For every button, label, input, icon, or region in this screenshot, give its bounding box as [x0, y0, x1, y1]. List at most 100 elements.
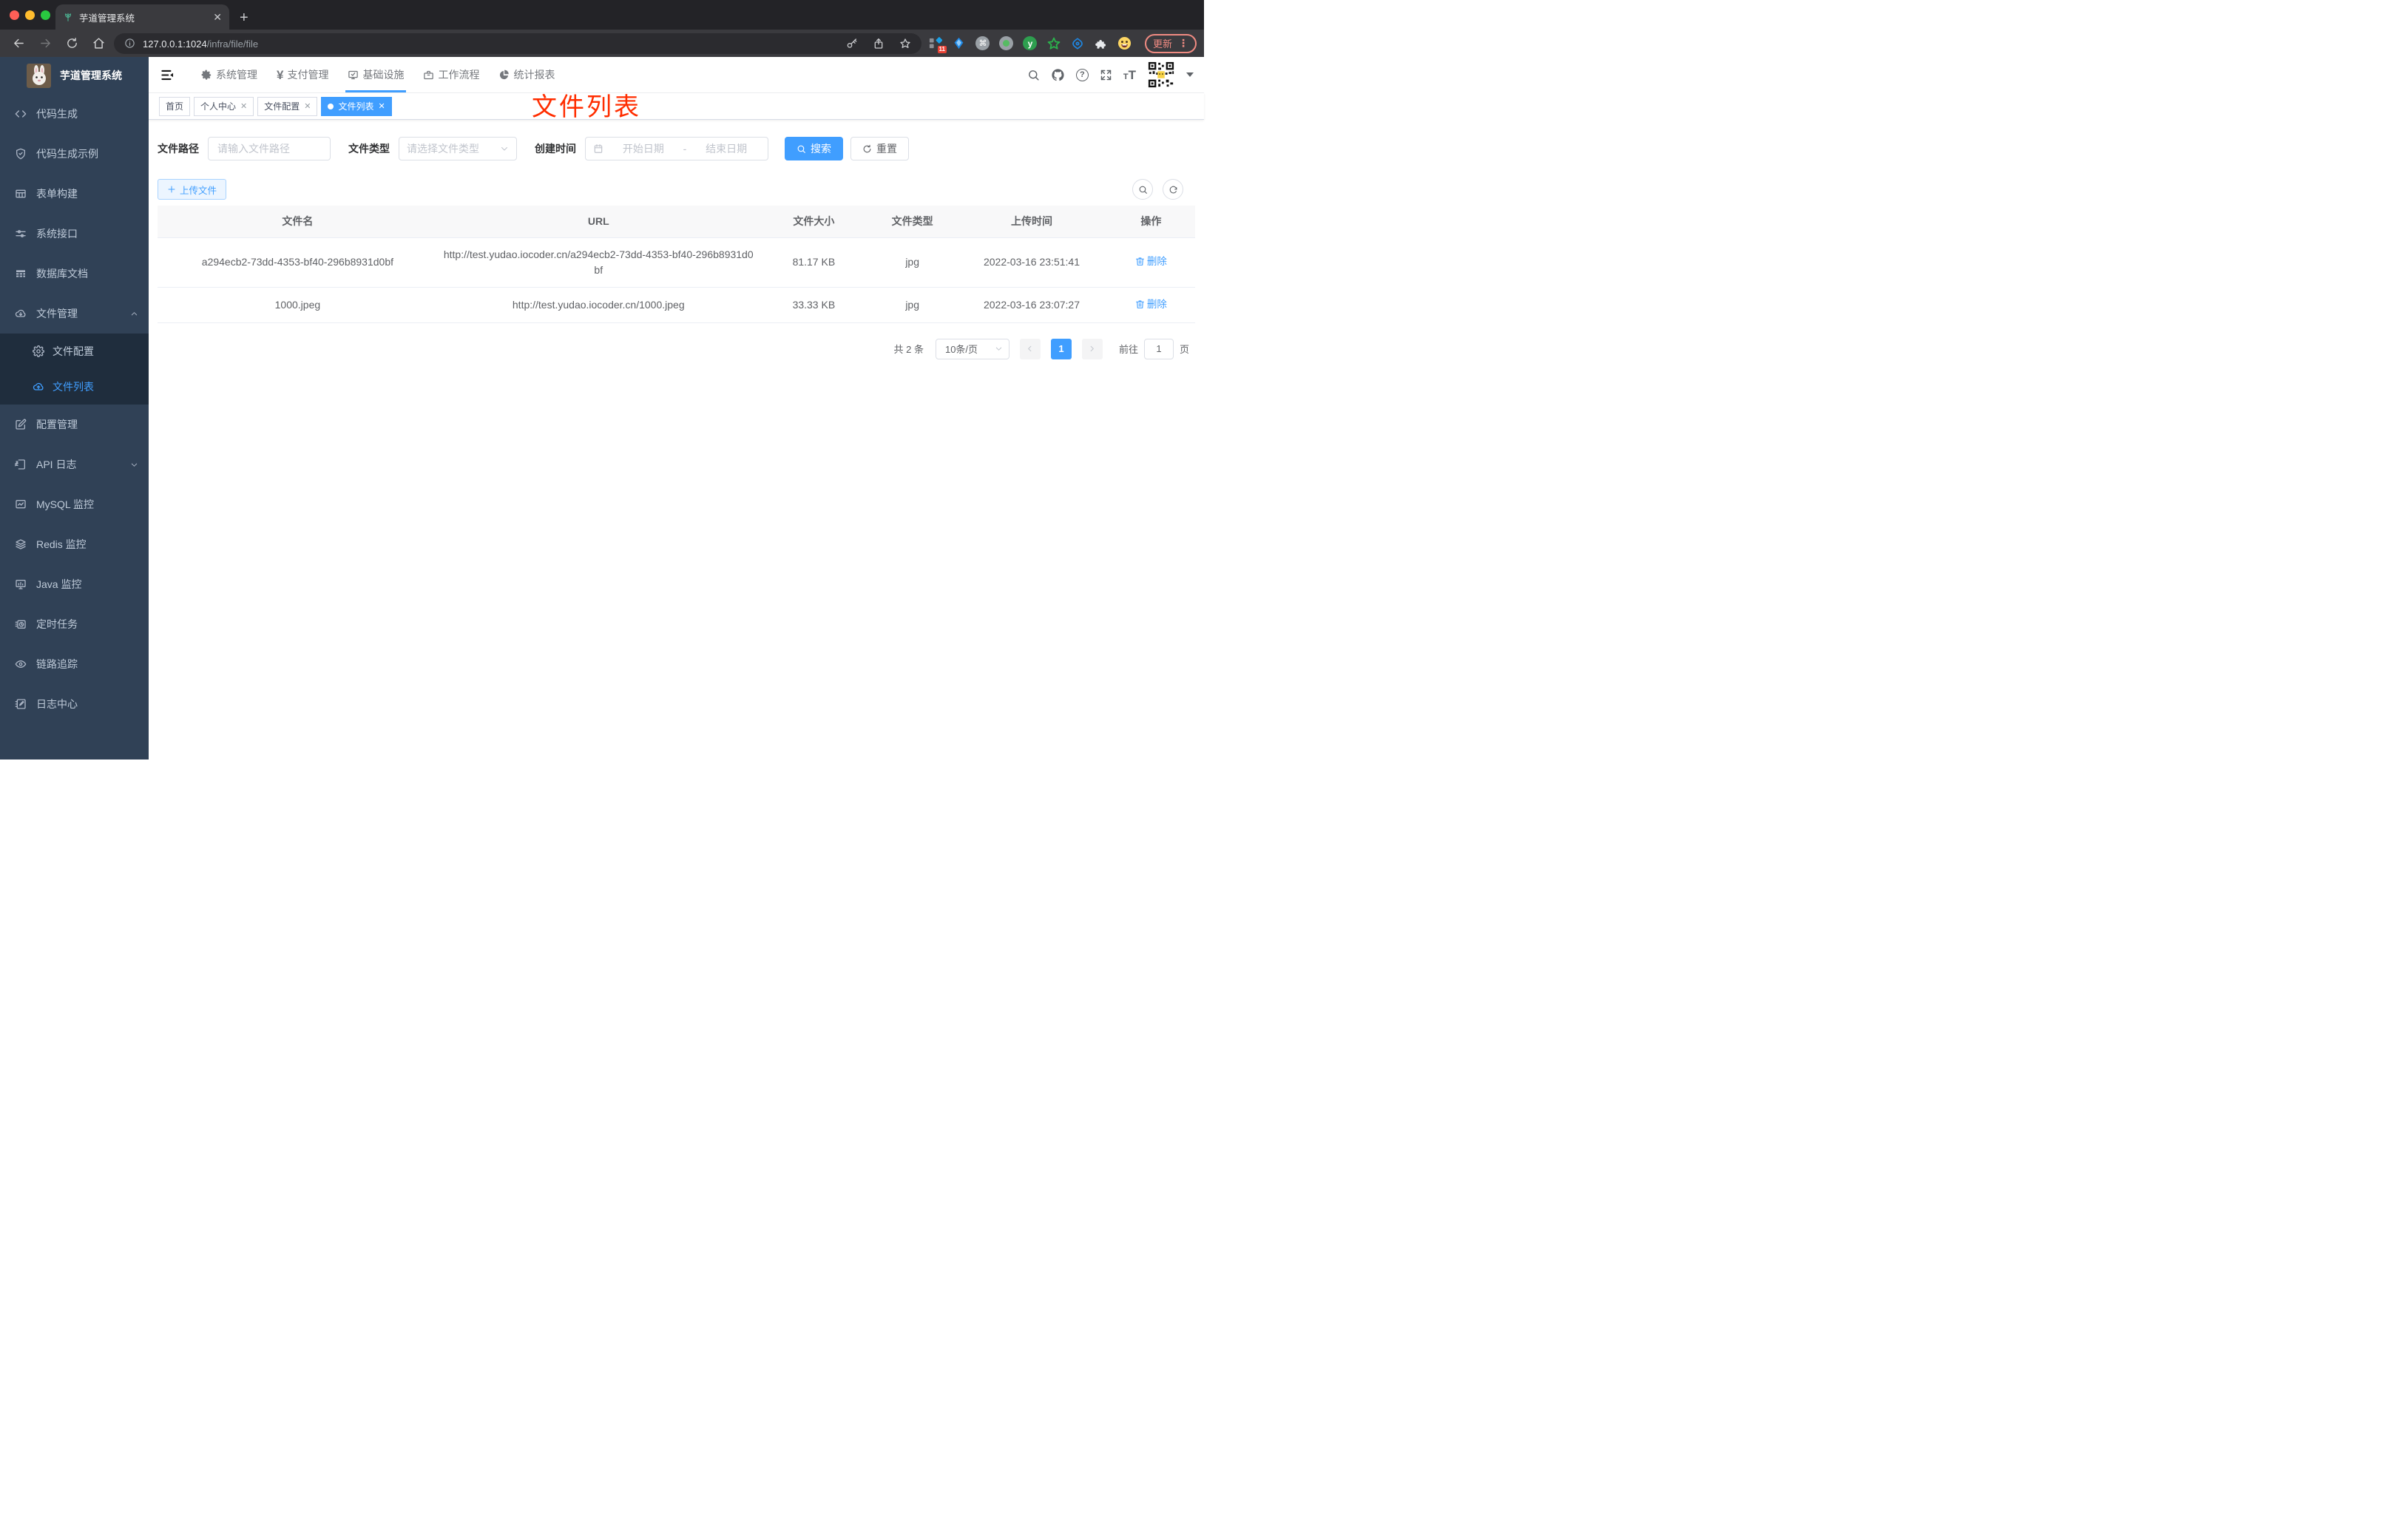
topmenu-workflow[interactable]: 工作流程: [413, 57, 489, 92]
browser-menu-icon[interactable]: ⋮: [1178, 37, 1188, 50]
search-button-label: 搜索: [811, 143, 831, 155]
sidebar-item-label: 代码生成: [36, 108, 78, 120]
window-controls[interactable]: [10, 10, 50, 20]
briefcase-icon: [424, 70, 434, 79]
topmenu-system-management[interactable]: 系统管理: [192, 57, 267, 92]
extension-star-icon[interactable]: [1044, 33, 1063, 54]
sidebar-item-label: Java 监控: [36, 578, 82, 590]
search-icon[interactable]: [1027, 69, 1040, 81]
extension-record-icon[interactable]: [997, 33, 1016, 54]
cell-url: http://test.yudao.iocoder.cn/a294ecb2-73…: [437, 237, 760, 288]
file-type-select[interactable]: 请选择文件类型: [399, 137, 517, 160]
new-tab-button[interactable]: +: [240, 10, 248, 25]
upload-button-label: 上传文件: [180, 185, 217, 196]
bookmark-star-icon[interactable]: [899, 38, 911, 50]
sidebar-item-file-list[interactable]: 文件列表: [0, 369, 149, 405]
extension-puzzle-icon[interactable]: [1092, 33, 1111, 54]
sidebar-item-scheduled-task[interactable]: 定时任务: [0, 604, 149, 644]
refresh-table-button[interactable]: [1163, 179, 1183, 200]
extension-emoji-icon[interactable]: [1115, 33, 1134, 54]
search-button[interactable]: 搜索: [785, 137, 843, 160]
back-icon[interactable]: [7, 33, 30, 54]
tag-file-list[interactable]: 文件列表 ✕: [321, 96, 392, 116]
sidebar-item-label: 数据库文档: [36, 268, 88, 280]
font-size-icon[interactable]: TT: [1123, 69, 1136, 81]
reload-icon[interactable]: [61, 33, 83, 54]
sidebar-item-java-monitor[interactable]: Java 监控: [0, 564, 149, 604]
help-icon[interactable]: ?: [1075, 68, 1089, 81]
form-table-icon: [16, 189, 26, 198]
password-key-icon[interactable]: [846, 38, 858, 50]
page-size-select[interactable]: 10条/页: [935, 338, 1009, 359]
avatar-caret-down-icon[interactable]: [1186, 72, 1194, 77]
tag-close-icon[interactable]: ✕: [240, 101, 247, 111]
reset-button[interactable]: 重置: [850, 137, 909, 160]
extension-eye-icon[interactable]: [1068, 33, 1087, 54]
topmenu-label: 工作流程: [438, 69, 480, 81]
date-range-picker[interactable]: 开始日期 - 结束日期: [585, 137, 768, 160]
github-icon[interactable]: [1051, 68, 1065, 82]
prev-page-button[interactable]: [1019, 338, 1041, 359]
cell-uploadtime: 2022-03-16 23:07:27: [956, 287, 1107, 323]
topmenu-statistics[interactable]: 统计报表: [489, 57, 564, 92]
delete-button[interactable]: 删除: [1135, 297, 1167, 312]
app-logo[interactable]: 芋道管理系统: [0, 57, 149, 94]
trash-icon: [1135, 300, 1144, 308]
upload-file-button[interactable]: 上传文件: [158, 179, 227, 200]
sidebar-item-log-center[interactable]: 日志中心: [0, 684, 149, 724]
tab-close-icon[interactable]: ✕: [213, 11, 222, 24]
topmenu-payment-management[interactable]: ¥ 支付管理: [267, 57, 338, 92]
sidebar-item-form-builder[interactable]: 表单构建: [0, 174, 149, 214]
sliders-icon: [16, 230, 26, 237]
home-icon[interactable]: [87, 33, 109, 54]
tag-label: 文件配置: [264, 101, 300, 112]
page-number-1[interactable]: 1: [1050, 338, 1072, 359]
browser-tab[interactable]: 芋道管理系统 ✕: [55, 4, 229, 30]
share-icon[interactable]: [873, 38, 885, 50]
sidebar-item-code-generation[interactable]: 代码生成: [0, 94, 149, 134]
start-date-placeholder[interactable]: 开始日期: [609, 141, 677, 156]
sidebar-item-file-management[interactable]: 文件管理: [0, 294, 149, 334]
browser-update-button[interactable]: 更新 ⋮: [1144, 33, 1197, 53]
tag-profile[interactable]: 个人中心 ✕: [194, 96, 254, 116]
browser-window: 芋道管理系统 ✕ + 127.0.0.1:1024/infra/file/fil…: [0, 0, 1204, 760]
favicon-plant-icon: [64, 13, 72, 21]
site-info-icon[interactable]: [124, 38, 135, 49]
sidebar-item-file-config[interactable]: 文件配置: [0, 334, 149, 369]
forward-icon[interactable]: [34, 33, 56, 54]
tag-file-config[interactable]: 文件配置 ✕: [257, 96, 318, 116]
sidebar-item-code-demo[interactable]: 代码生成示例: [0, 134, 149, 174]
tag-close-icon[interactable]: ✕: [379, 101, 385, 111]
hamburger-icon[interactable]: [149, 57, 186, 92]
extension-y-icon[interactable]: y: [1021, 33, 1040, 54]
tag-home[interactable]: 首页: [159, 96, 191, 116]
goto-page-input[interactable]: [1143, 338, 1174, 359]
sidebar-item-trace[interactable]: 链路追踪: [0, 644, 149, 684]
sidebar-item-label: 表单构建: [36, 188, 78, 200]
next-page-button[interactable]: [1081, 338, 1103, 359]
sidebar-item-redis-monitor[interactable]: Redis 监控: [0, 524, 149, 564]
goto-label: 前往: [1118, 344, 1138, 355]
user-avatar[interactable]: [1147, 61, 1175, 89]
tag-label: 首页: [166, 101, 184, 112]
url-bar[interactable]: 127.0.0.1:1024/infra/file/file: [114, 33, 921, 54]
extension-tabs-icon[interactable]: 11: [926, 33, 947, 54]
zoom-window-button[interactable]: [41, 10, 50, 20]
topmenu-infrastructure[interactable]: 基础设施: [338, 57, 413, 92]
sidebar-item-system-api[interactable]: 系统接口: [0, 214, 149, 254]
sidebar-item-config-management[interactable]: 配置管理: [0, 405, 149, 444]
tag-close-icon[interactable]: ✕: [304, 101, 311, 111]
fullscreen-icon[interactable]: [1100, 69, 1112, 81]
sidebar-item-api-log[interactable]: API 日志: [0, 444, 149, 484]
extension-command-icon[interactable]: ⌘: [973, 33, 992, 54]
file-path-input[interactable]: [208, 137, 331, 160]
end-date-placeholder[interactable]: 结束日期: [692, 141, 760, 156]
close-window-button[interactable]: [10, 10, 19, 20]
extension-kite-icon[interactable]: [950, 33, 969, 54]
sidebar-item-mysql-monitor[interactable]: MySQL 监控: [0, 484, 149, 524]
toggle-search-button[interactable]: [1132, 179, 1153, 200]
sidebar-item-db-doc[interactable]: 数据库文档: [0, 254, 149, 294]
table-row: 1000.jpeg http://test.yudao.iocoder.cn/1…: [158, 287, 1195, 323]
minimize-window-button[interactable]: [25, 10, 35, 20]
delete-button[interactable]: 删除: [1135, 254, 1167, 269]
